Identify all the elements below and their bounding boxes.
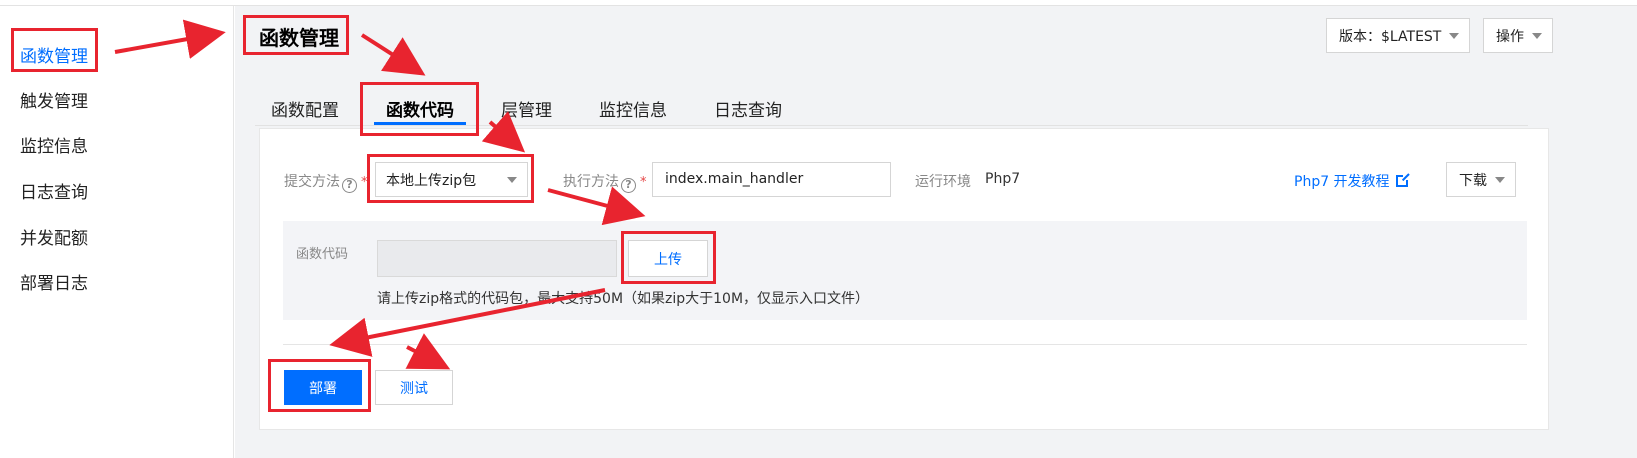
- tab-monitoring[interactable]: 监控信息: [599, 96, 667, 121]
- download-label: 下载: [1459, 172, 1487, 189]
- version-label: 版本：$LATEST: [1339, 28, 1442, 45]
- submit-method-text: 提交方法: [284, 174, 340, 190]
- exec-method-label: 执行方法? *: [563, 171, 647, 193]
- exec-method-input[interactable]: index.main_handler: [652, 162, 891, 197]
- submit-method-value: 本地上传zip包: [386, 172, 477, 189]
- external-link-icon: [1395, 174, 1409, 187]
- exec-method-text: 执行方法: [563, 174, 619, 190]
- submit-method-label: 提交方法? *: [284, 171, 368, 193]
- submit-method-select[interactable]: 本地上传zip包: [375, 162, 528, 197]
- tutorial-link[interactable]: Php7 开发教程: [1294, 171, 1409, 191]
- help-icon[interactable]: ?: [342, 178, 357, 193]
- sidebar-item-function-management[interactable]: 函数管理: [20, 42, 88, 67]
- actions-divider: [283, 344, 1527, 345]
- sidebar-item-log-query[interactable]: 日志查询: [20, 178, 88, 203]
- required-mark: *: [361, 175, 368, 190]
- operations-label: 操作: [1496, 28, 1524, 45]
- page-title: 函数管理: [259, 26, 339, 50]
- chevron-down-icon: [1495, 176, 1505, 183]
- sidebar-item-monitoring[interactable]: 监控信息: [20, 132, 88, 157]
- tab-function-code[interactable]: 函数代码: [386, 96, 454, 121]
- runtime-label: 运行环境: [915, 174, 971, 190]
- upload-hint: 请上传zip格式的代码包，最大支持50M（如果zip大于10M，仅显示入口文件）: [377, 291, 870, 307]
- chevron-down-icon: [1532, 32, 1542, 39]
- sidebar-item-concurrency-quota[interactable]: 并发配额: [20, 224, 88, 249]
- download-dropdown[interactable]: 下载: [1446, 162, 1516, 197]
- operations-dropdown[interactable]: 操作: [1483, 18, 1553, 53]
- active-tab-indicator: [374, 122, 466, 125]
- tab-function-config[interactable]: 函数配置: [271, 96, 339, 121]
- file-name-field[interactable]: [377, 240, 617, 277]
- chevron-down-icon: [1449, 32, 1460, 39]
- chevron-down-icon: [507, 176, 517, 183]
- required-mark: *: [640, 175, 647, 190]
- help-icon[interactable]: ?: [621, 178, 636, 193]
- test-button[interactable]: 测试: [375, 370, 453, 405]
- function-code-label: 函数代码: [296, 247, 349, 262]
- sidebar-item-deploy-log[interactable]: 部署日志: [20, 269, 88, 294]
- tutorial-link-text: Php7 开发教程: [1294, 174, 1390, 190]
- version-dropdown[interactable]: 版本：$LATEST: [1326, 18, 1471, 53]
- deploy-button[interactable]: 部署: [284, 370, 362, 405]
- runtime-value: Php7: [985, 171, 1021, 187]
- tab-layer-management[interactable]: 层管理: [501, 96, 552, 121]
- sidebar-item-trigger-management[interactable]: 触发管理: [20, 87, 88, 112]
- upload-button[interactable]: 上传: [628, 240, 708, 277]
- tab-log-query[interactable]: 日志查询: [714, 96, 782, 121]
